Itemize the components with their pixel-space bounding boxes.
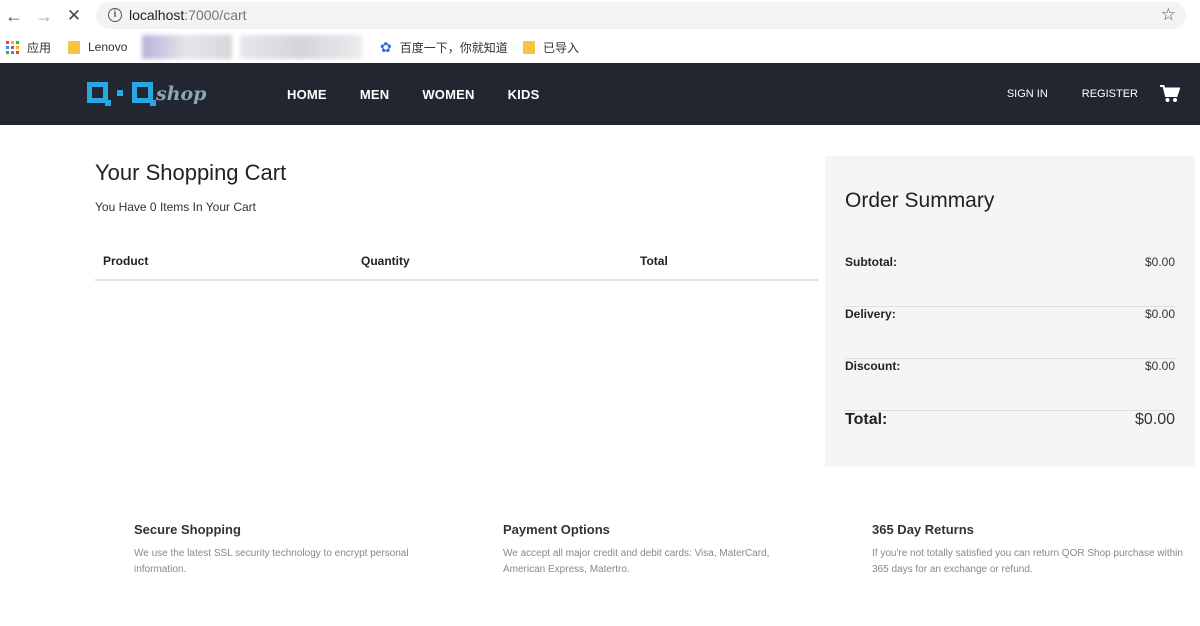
summary-value: $0.00: [1144, 307, 1175, 321]
bookmark-imported[interactable]: 已导入: [523, 38, 579, 56]
feature-title: 365 Day Returns: [872, 522, 974, 537]
site-header: shop HOME MEN WOMEN KIDS SIGN IN REGISTE…: [0, 63, 1200, 125]
summary-row-discount: Discount: $0.00: [845, 359, 1175, 411]
bookmark-label: 百度一下，你就知道: [399, 40, 508, 55]
total-label: Total:: [845, 411, 888, 428]
feature-title: Secure Shopping: [134, 522, 241, 537]
cart-item-count: You Have 0 Items In Your Cart: [95, 200, 256, 214]
address-url[interactable]: localhost:7000/cart: [129, 7, 247, 23]
browser-toolbar: ← → ✕ i localhost:7000/cart ☆: [0, 0, 1200, 32]
folder-icon: [68, 40, 80, 54]
summary-label: Delivery:: [845, 307, 896, 321]
summary-row-subtotal: Subtotal: $0.00: [845, 255, 1175, 307]
info-icon[interactable]: i: [108, 8, 122, 22]
bookmark-label: 应用: [27, 40, 52, 55]
sign-in-link[interactable]: SIGN IN: [1007, 88, 1048, 100]
feature-365-day-returns: 365 Day Returns If you're not totally sa…: [872, 522, 1187, 578]
order-summary: Order Summary Subtotal: $0.00 Delivery: …: [825, 156, 1195, 467]
column-total: Total: [640, 254, 668, 268]
blurred-bookmark: [240, 35, 362, 59]
summary-value: $0.00: [1144, 255, 1175, 269]
bookmark-baidu[interactable]: ✿ 百度一下，你就知道: [380, 38, 508, 56]
folder-icon: [523, 40, 535, 54]
stop-loading-icon[interactable]: ✕: [62, 4, 86, 28]
nav-kids[interactable]: KIDS: [508, 87, 540, 102]
account-nav: SIGN IN REGISTER: [1007, 63, 1200, 125]
cart-table-header: Product Quantity Total: [95, 254, 818, 281]
page-title: Your Shopping Cart: [95, 160, 287, 185]
baidu-paw-icon: ✿: [380, 38, 392, 55]
bookmark-apps[interactable]: 应用: [6, 38, 51, 56]
bookmark-lenovo[interactable]: Lenovo: [68, 38, 127, 56]
bookmark-label: 已导入: [543, 40, 580, 55]
browser-chrome: ← → ✕ i localhost:7000/cart ☆ 应用 Lenovo …: [0, 0, 1200, 63]
nav-women[interactable]: WOMEN: [422, 87, 474, 102]
nav-home[interactable]: HOME: [287, 87, 327, 102]
cart-icon[interactable]: [1160, 85, 1180, 103]
column-product: Product: [103, 254, 149, 268]
feature-title: Payment Options: [503, 522, 610, 537]
cart-section: Your Shopping Cart You Have 0 Items In Y…: [95, 160, 818, 281]
summary-row-delivery: Delivery: $0.00: [845, 307, 1175, 359]
feature-payment-options: Payment Options We accept all major cred…: [503, 522, 803, 578]
feature-text: We accept all major credit and debit car…: [503, 548, 770, 575]
total-value: $0.00: [1134, 411, 1175, 428]
bookmark-star-icon[interactable]: ☆: [1161, 5, 1176, 25]
logo-mark: [87, 82, 111, 106]
address-bar[interactable]: i localhost:7000/cart ☆: [96, 2, 1186, 29]
url-path: :7000/cart: [184, 7, 247, 23]
summary-row-total: Total: $0.00: [845, 411, 1175, 463]
feature-text: If you're not totally satisfied you can …: [872, 548, 1183, 575]
bookmark-label: Lenovo: [88, 40, 128, 54]
apps-grid-icon: [6, 40, 19, 54]
qor-shop-logo[interactable]: shop: [87, 80, 206, 110]
register-link[interactable]: REGISTER: [1082, 88, 1138, 100]
nav-men[interactable]: MEN: [360, 87, 390, 102]
logo-dot: [117, 90, 123, 96]
back-arrow-icon[interactable]: ←: [2, 4, 26, 28]
blurred-bookmark: [142, 35, 232, 59]
summary-label: Discount:: [845, 359, 901, 373]
url-host: localhost: [129, 7, 185, 23]
main-nav: HOME MEN WOMEN KIDS: [287, 63, 572, 125]
summary-label: Subtotal:: [845, 255, 897, 269]
summary-title: Order Summary: [845, 189, 995, 212]
forward-arrow-icon[interactable]: →: [32, 4, 56, 28]
logo-mark: [132, 82, 156, 106]
column-quantity: Quantity: [361, 254, 410, 268]
feature-text: We use the latest SSL security technolog…: [134, 548, 409, 575]
summary-value: $0.00: [1144, 359, 1175, 373]
logo-word: shop: [156, 83, 207, 105]
feature-secure-shopping: Secure Shopping We use the latest SSL se…: [134, 522, 444, 578]
